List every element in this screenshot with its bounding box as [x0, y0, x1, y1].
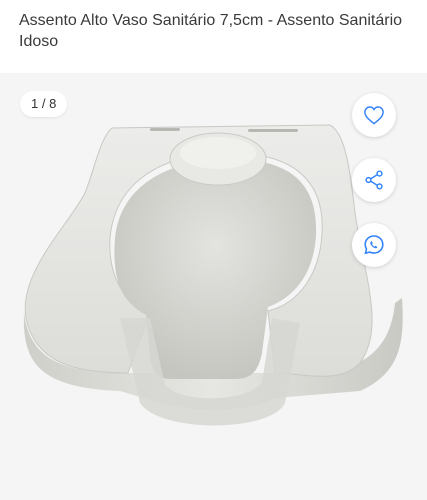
- heart-icon: [363, 105, 385, 125]
- product-title: Assento Alto Vaso Sanitário 7,5cm - Asse…: [19, 12, 403, 50]
- favorite-button[interactable]: [352, 93, 396, 137]
- share-icon: [363, 169, 385, 191]
- share-button[interactable]: [352, 158, 396, 202]
- whatsapp-icon: [362, 233, 386, 257]
- product-image[interactable]: [0, 73, 427, 500]
- image-counter: 1 / 8: [20, 91, 68, 117]
- whatsapp-share-button[interactable]: [352, 223, 396, 267]
- product-gallery[interactable]: 1 / 8: [0, 73, 427, 500]
